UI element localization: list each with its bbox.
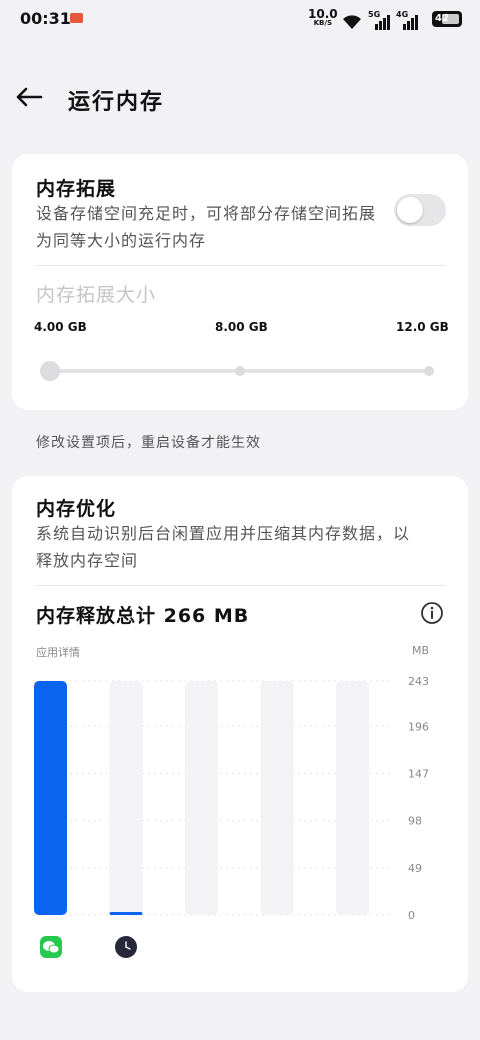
signal-4g-icon: 4G (396, 10, 418, 30)
battery-level: 42 (435, 13, 449, 24)
wifi-icon (343, 15, 361, 29)
slider-stop-12gb (424, 366, 434, 376)
wechat-icon (40, 936, 62, 958)
restart-hint: 修改设置项后，重启设备才能生效 (36, 435, 261, 451)
bar-track (185, 681, 218, 915)
clock-icon (115, 936, 137, 958)
y-tick-label: 49 (408, 862, 422, 875)
y-tick-label: 243 (408, 675, 429, 688)
battery-icon: 42 (432, 11, 462, 27)
slider-stop-8gb (235, 366, 245, 376)
memory-optimization-card: 内存优化 系统自动识别后台闲置应用并压缩其内存数据，以释放内存空间 内存释放总计… (12, 476, 468, 992)
status-bar: 00:31 10.0 KB/S 5G 4G 42 (0, 0, 480, 40)
divider (36, 265, 446, 266)
size-option-4gb: 4.00 GB (34, 320, 87, 334)
signal-5g-icon: 5G (368, 10, 390, 30)
back-arrow-icon (16, 87, 43, 107)
expansion-size-label: 内存拓展大小 (36, 284, 157, 306)
status-time: 00:31 (20, 9, 71, 28)
toggle-knob (397, 197, 423, 223)
back-button[interactable] (12, 82, 46, 112)
expansion-toggle[interactable] (394, 194, 446, 226)
slider-thumb[interactable] (40, 361, 60, 381)
network-speed: 10.0 KB/S (308, 8, 338, 28)
status-icons: 5G 4G (342, 10, 418, 30)
size-option-12gb: 12.0 GB (396, 320, 449, 334)
bar (34, 681, 67, 915)
expansion-title: 内存拓展 (36, 178, 117, 200)
y-tick-label: 147 (408, 767, 429, 780)
bar (109, 912, 143, 915)
y-tick-label: 0 (408, 909, 415, 922)
bar-track (260, 681, 294, 915)
expansion-description: 设备存储空间充足时，可将部分存储空间拓展为同等大小的运行内存 (36, 204, 377, 250)
page-title: 运行内存 (68, 90, 165, 115)
y-tick-label: 196 (408, 720, 429, 733)
memory-expansion-card: 内存拓展 设备存储空间充足时，可将部分存储空间拓展为同等大小的运行内存 内存拓展… (12, 154, 468, 410)
y-tick-label: 98 (408, 815, 422, 828)
bar-track (336, 681, 369, 915)
header: 运行内存 (0, 72, 480, 122)
bar-track (109, 681, 143, 915)
memory-release-chart: 243 196 147 98 49 0 (34, 675, 429, 922)
notification-icon (70, 13, 83, 23)
size-option-8gb: 8.00 GB (215, 320, 268, 334)
